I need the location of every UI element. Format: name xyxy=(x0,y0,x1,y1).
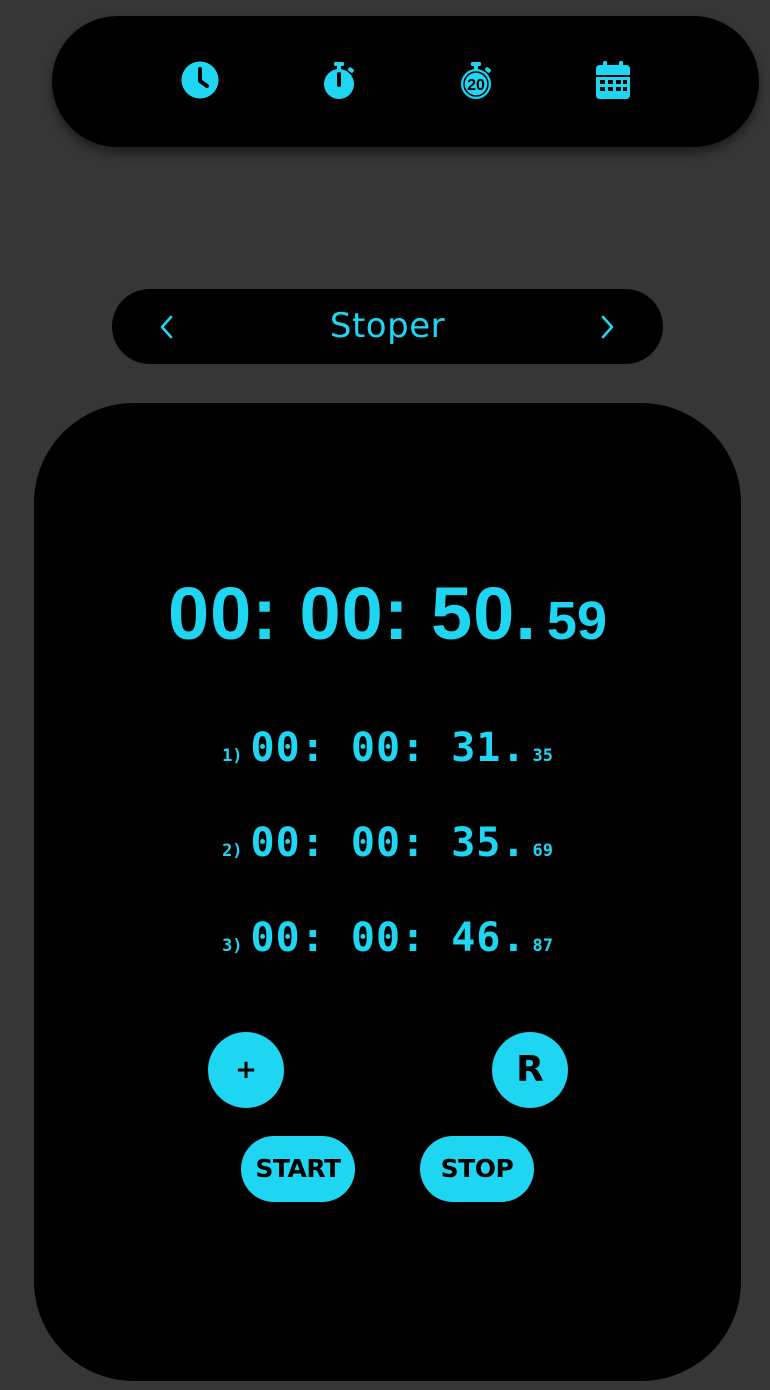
lap-index: 3) xyxy=(222,936,243,956)
page-title: Stoper xyxy=(329,306,446,346)
lap-time: 00: 00: 35. xyxy=(250,820,527,866)
lap-row: 2) 00: 00: 35. 69 xyxy=(34,820,741,866)
lap-fraction: 69 xyxy=(532,841,553,861)
lap-fraction: 87 xyxy=(532,936,553,956)
start-button[interactable]: START xyxy=(241,1136,355,1202)
lap-time: 00: 00: 46. xyxy=(250,915,527,961)
clock-icon[interactable] xyxy=(180,60,220,100)
stop-button[interactable]: STOP xyxy=(420,1136,534,1202)
title-bar: Stoper xyxy=(112,289,663,364)
timer-20-icon[interactable]: 20 xyxy=(456,60,496,100)
lap-row: 3) 00: 00: 46. 87 xyxy=(34,915,741,961)
timer-icon-label: 20 xyxy=(467,77,485,94)
top-nav-bar: 20 xyxy=(52,16,759,147)
stopwatch-icon[interactable] xyxy=(319,60,359,100)
lap-index: 2) xyxy=(222,841,243,861)
stopwatch-main-time: 00: 00: 50. xyxy=(168,572,537,655)
chevron-right-icon[interactable] xyxy=(593,313,621,341)
lap-row: 1) 00: 00: 31. 35 xyxy=(34,725,741,771)
lap-fraction: 35 xyxy=(532,746,553,766)
stopwatch-display: 00: 00: 50. 59 xyxy=(34,571,741,656)
lap-time: 00: 00: 31. xyxy=(250,725,527,771)
stopwatch-fraction: 59 xyxy=(546,591,607,651)
reset-button[interactable]: R xyxy=(492,1032,568,1108)
lap-index: 1) xyxy=(222,746,243,766)
stopwatch-panel: 00: 00: 50. 59 1) 00: 00: 31. 35 2) 00: 00: … xyxy=(34,403,741,1381)
calendar-icon[interactable] xyxy=(593,60,633,100)
add-lap-button[interactable]: + xyxy=(208,1032,284,1108)
